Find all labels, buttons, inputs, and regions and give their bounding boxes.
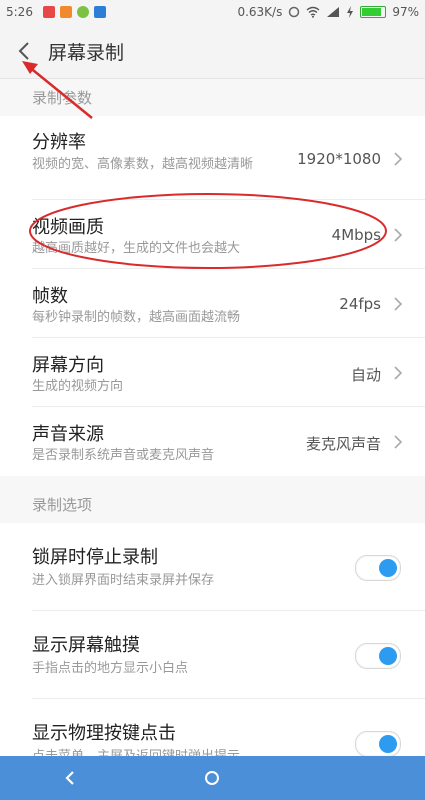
row-subtitle: 视频的宽、高像素数，越高视频越清晰 [32, 157, 254, 172]
battery-icon [360, 6, 387, 18]
setting-row-resolution[interactable]: 分辨率 视频的宽、高像素数，越高视频越清晰 1920*1080 [0, 116, 425, 200]
app-notification-icon [42, 6, 55, 18]
toggle-knob [379, 735, 397, 753]
row-title: 视频画质 [32, 217, 104, 238]
app-bar: 屏幕录制 [0, 24, 425, 79]
back-button[interactable] [0, 24, 48, 78]
battery-level [362, 8, 382, 16]
app-notification-icon [59, 6, 72, 18]
setting-row-show-touches: 显示屏幕触摸 手指点击的地方显示小白点 [0, 611, 425, 699]
row-subtitle: 是否录制系统声音或麦克风声音 [32, 448, 215, 463]
row-title: 显示屏幕触摸 [32, 635, 140, 656]
chevron-right-icon [394, 152, 403, 166]
chevron-right-icon [394, 228, 403, 242]
page-title: 屏幕录制 [48, 41, 125, 64]
chevron-right-icon [394, 366, 403, 380]
battery-percent: 97% [392, 5, 419, 19]
row-value: 1920*1080 [297, 150, 381, 168]
row-title: 声音来源 [32, 424, 104, 445]
signal-icon [327, 7, 340, 17]
row-value: 麦克风声音 [305, 435, 381, 453]
setting-row-audio-source[interactable]: 声音来源 是否录制系统声音或麦克风声音 麦克风声音 [0, 407, 425, 476]
show-key-presses-toggle[interactable] [355, 731, 401, 757]
wifi-icon [306, 6, 320, 18]
setting-row-stop-on-lock: 锁屏时停止录制 进入锁屏界面时结束录屏并保存 [0, 523, 425, 611]
stop-on-lock-toggle[interactable] [355, 555, 401, 581]
row-title: 屏幕方向 [32, 355, 104, 376]
setting-row-video-quality[interactable]: 视频画质 越高画质越好，生成的文件也会越大 4Mbps [0, 200, 425, 269]
row-subtitle: 手指点击的地方显示小白点 [32, 661, 189, 676]
section-header-record-params: 录制参数 [32, 89, 93, 107]
nav-back-icon [65, 771, 74, 785]
row-value: 自动 [350, 366, 381, 384]
nav-home-icon [205, 771, 219, 785]
row-value: 4Mbps [331, 226, 381, 244]
chevron-right-icon [394, 435, 403, 449]
navigation-bar [0, 756, 425, 800]
row-subtitle: 生成的视频方向 [32, 379, 124, 394]
row-subtitle: 每秒钟录制的帧数，越高画面越流畅 [32, 310, 241, 325]
row-title: 锁屏时停止录制 [32, 547, 158, 568]
nav-back-button[interactable] [48, 756, 92, 800]
android-icon [76, 6, 89, 18]
row-title: 分辨率 [32, 132, 86, 153]
row-title: 帧数 [32, 286, 68, 307]
charging-icon [347, 6, 354, 18]
toggle-knob [379, 647, 397, 665]
status-time: 5:26 [6, 5, 33, 19]
notification-icons [42, 6, 106, 18]
row-title: 显示物理按键点击 [32, 723, 176, 744]
row-subtitle: 进入锁屏界面时结束录屏并保存 [32, 573, 215, 588]
setting-row-frame-rate[interactable]: 帧数 每秒钟录制的帧数，越高画面越流畅 24fps [0, 269, 425, 338]
chevron-left-icon [18, 42, 29, 60]
network-speed: 0.63K/s [237, 5, 283, 19]
app-notification-icon [93, 6, 106, 18]
status-bar: 5:26 0.63K/s 97% [0, 0, 425, 24]
chevron-right-icon [394, 297, 403, 311]
status-right: 0.63K/s 97% [237, 0, 419, 24]
setting-row-orientation[interactable]: 屏幕方向 生成的视频方向 自动 [0, 338, 425, 407]
toggle-knob [379, 559, 397, 577]
show-touches-toggle[interactable] [355, 643, 401, 669]
section-header-record-options: 录制选项 [32, 496, 93, 514]
row-subtitle: 越高画质越好，生成的文件也会越大 [32, 241, 241, 256]
nav-home-button[interactable] [190, 756, 234, 800]
sync-icon [289, 6, 300, 18]
row-value: 24fps [339, 295, 381, 313]
